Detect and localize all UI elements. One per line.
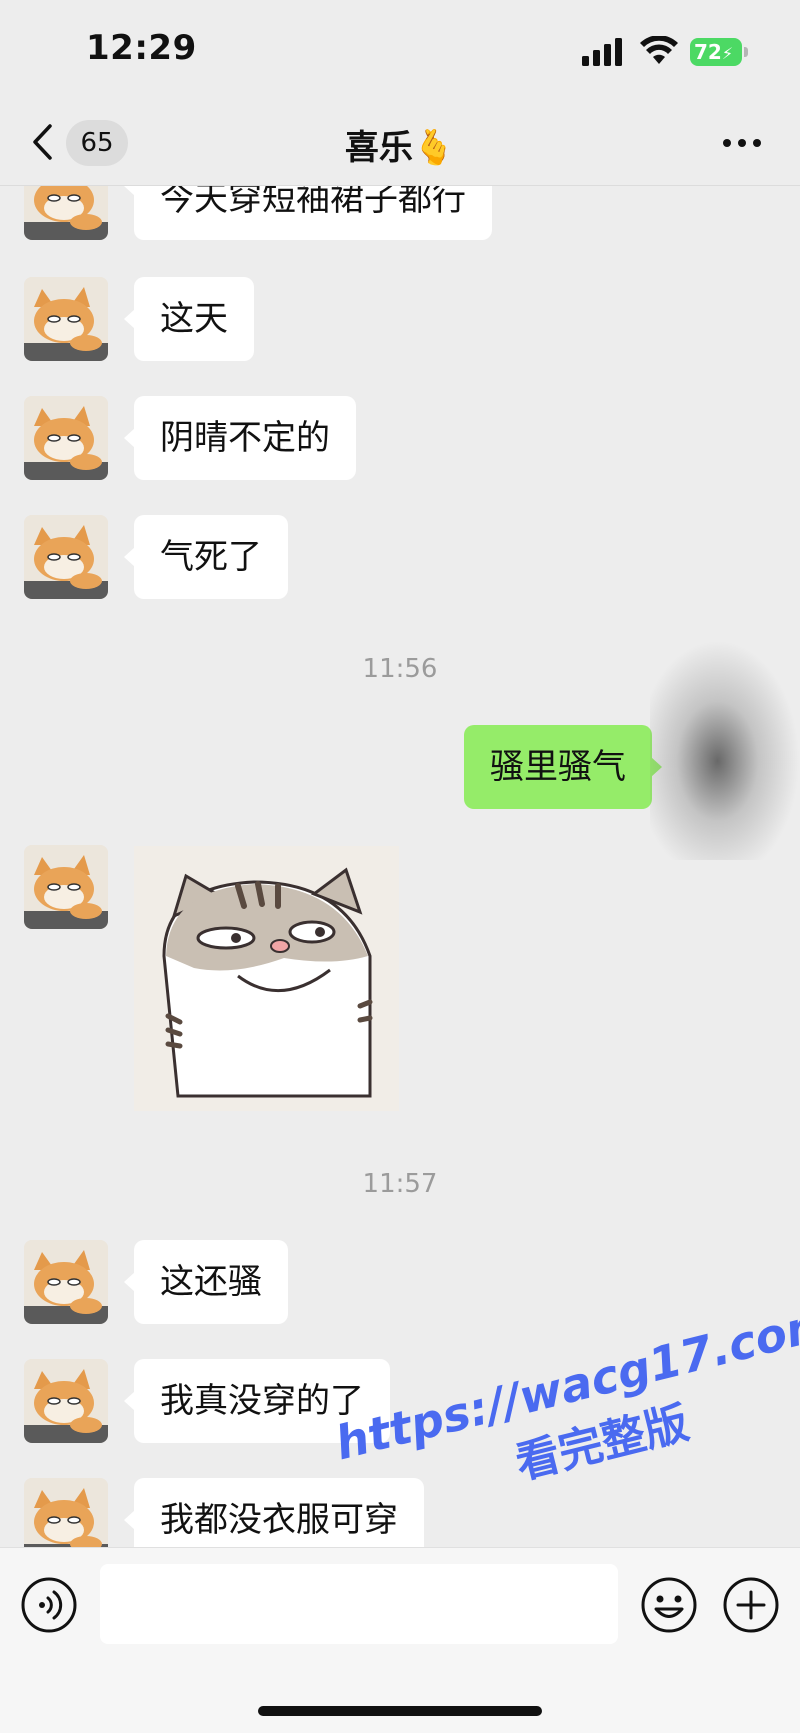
message-bubble-incoming[interactable]: 阴晴不定的 [124, 396, 356, 480]
emoji-icon[interactable] [640, 1576, 698, 1634]
smug-cat-sticker-icon [134, 846, 399, 1111]
cat-avatar-icon [24, 845, 108, 929]
voice-input-icon[interactable] [20, 1576, 78, 1634]
contact-avatar[interactable] [24, 396, 108, 480]
more-options-icon[interactable] [722, 138, 762, 148]
cat-sticker-image[interactable] [134, 846, 399, 1111]
contact-avatar[interactable] [24, 845, 108, 929]
battery-nub [744, 47, 748, 57]
contact-avatar[interactable] [24, 515, 108, 599]
cat-avatar-icon [24, 515, 108, 599]
message-input[interactable] [100, 1564, 618, 1644]
message-bubble-incoming[interactable]: 气死了 [124, 515, 288, 599]
contact-avatar[interactable] [24, 1240, 108, 1324]
cat-avatar-icon [24, 396, 108, 480]
message-bubble-incoming[interactable]: 我真没穿的了 [124, 1359, 390, 1443]
wifi-icon [640, 36, 678, 64]
status-time: 12:29 [86, 28, 197, 68]
contact-avatar[interactable] [24, 1359, 108, 1443]
chat-header: 65 喜乐🫰 [0, 100, 800, 186]
battery-indicator: 72⚡ [690, 38, 742, 66]
obscured-avatar [650, 640, 800, 860]
message-bubble-incoming[interactable]: 这还骚 [124, 1240, 288, 1324]
add-more-icon[interactable] [722, 1576, 780, 1634]
contact-avatar[interactable] [24, 277, 108, 361]
cat-avatar-icon [24, 1240, 108, 1324]
message-bubble-outgoing[interactable]: 骚里骚气 [464, 725, 662, 809]
charging-icon: ⚡ [721, 44, 734, 63]
battery-level: 72 [694, 40, 722, 64]
cat-avatar-icon [24, 1359, 108, 1443]
message-bubble-incoming[interactable]: 这天 [124, 277, 254, 361]
status-bar: 12:29 72⚡ [0, 0, 800, 100]
message-timestamp: 11:57 [362, 1169, 438, 1199]
watermark-url: https://wacg17.com [330, 1294, 800, 1471]
input-bar [0, 1547, 800, 1733]
cat-avatar-icon [24, 277, 108, 361]
cellular-signal-icon [582, 38, 622, 66]
chat-title[interactable]: 喜乐🫰 [0, 120, 800, 169]
home-indicator[interactable] [258, 1706, 542, 1716]
